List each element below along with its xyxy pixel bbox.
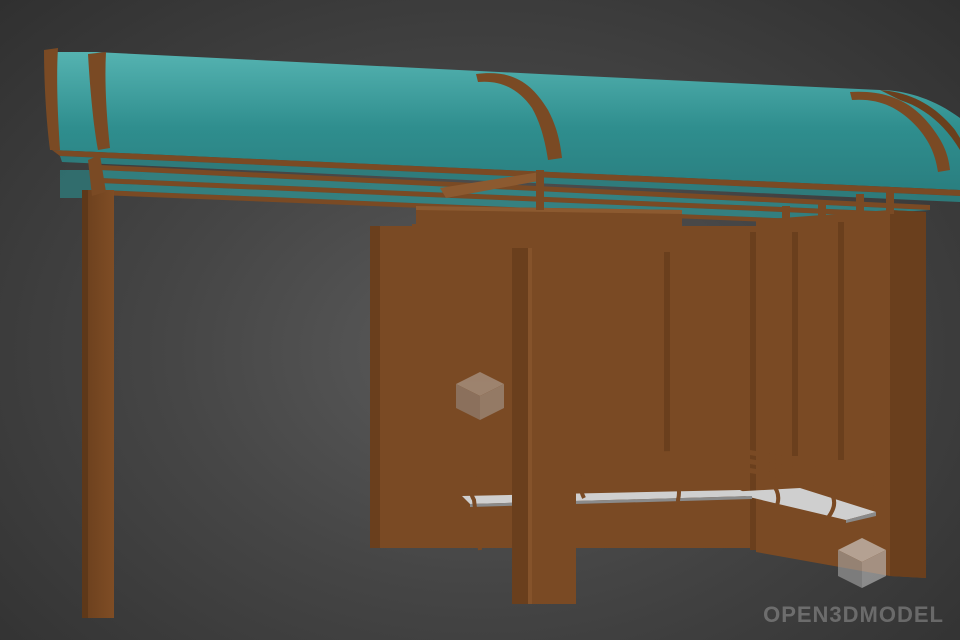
bus-stop-render: OPEN3DMODEL bbox=[0, 0, 960, 640]
watermark-text: OPEN3DMODEL bbox=[763, 602, 944, 627]
front-center-post bbox=[512, 248, 576, 604]
bus-stop-shelter bbox=[44, 48, 960, 618]
left-post bbox=[82, 155, 114, 618]
